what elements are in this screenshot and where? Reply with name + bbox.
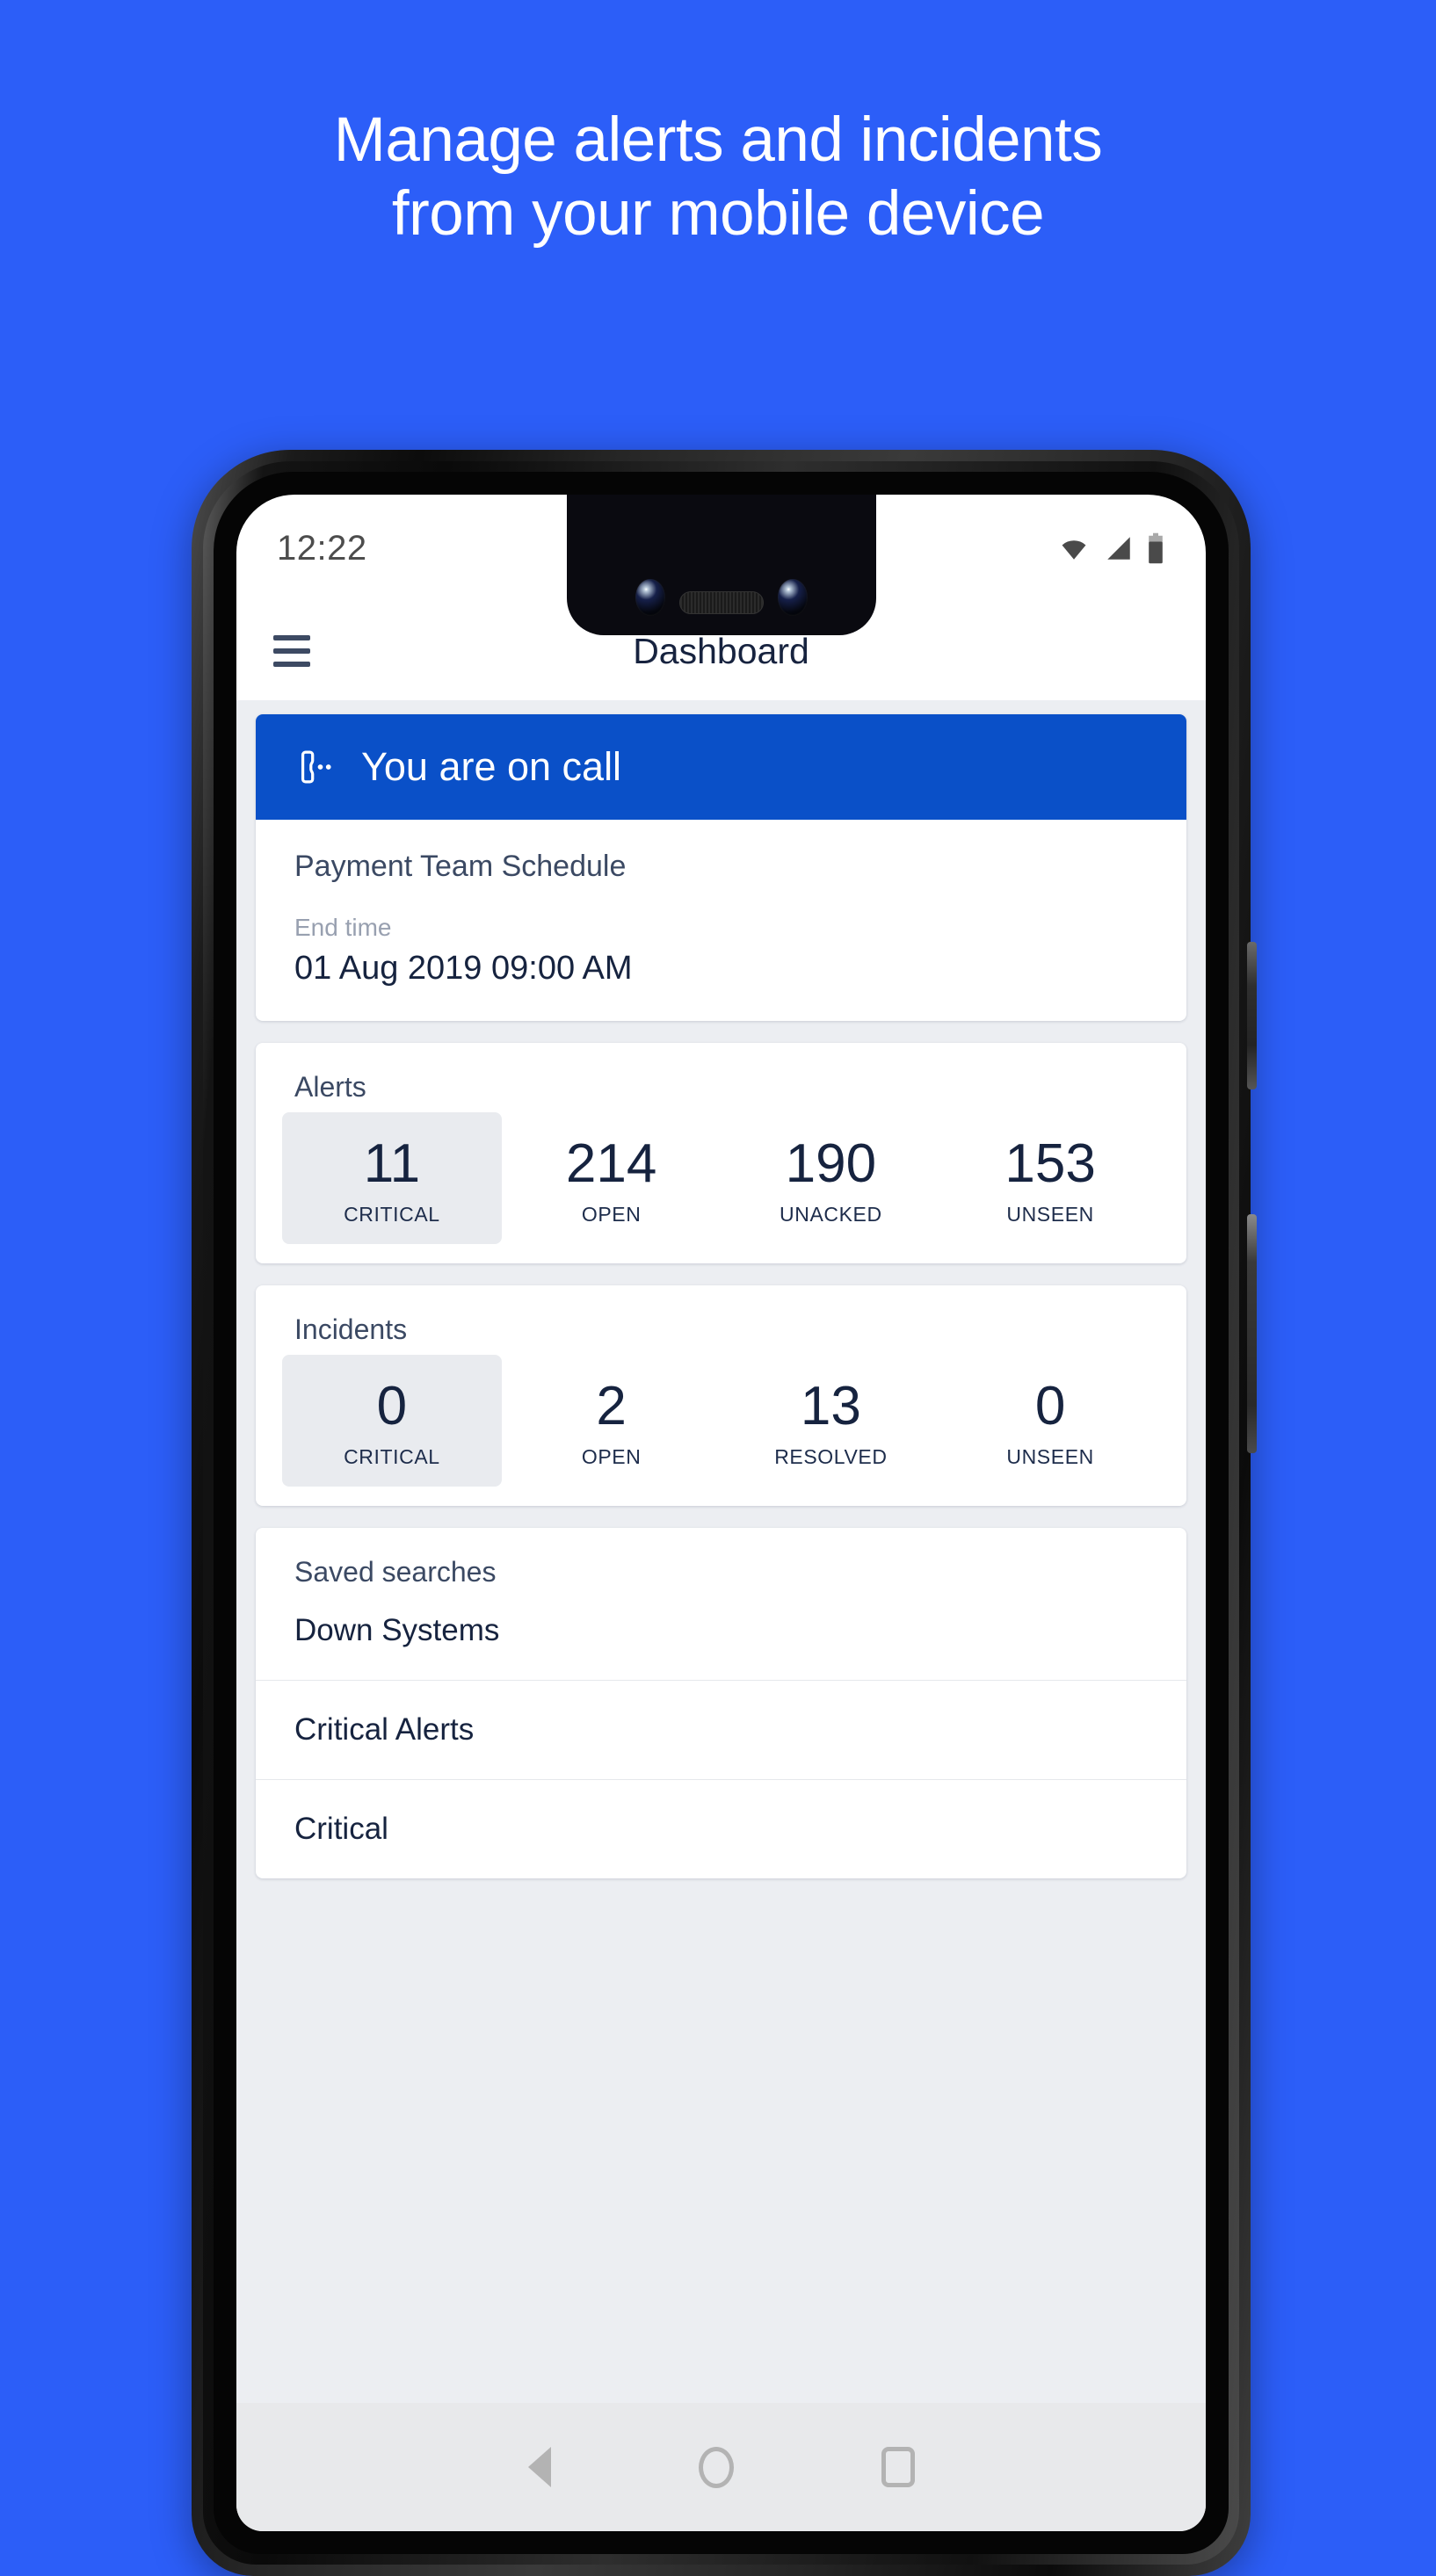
saved-searches-title: Saved searches (294, 1556, 497, 1588)
wifi-icon (1062, 540, 1086, 560)
phone-inner-frame: 12:22 Dashboard You are on call Payment … (203, 461, 1239, 2565)
on-call-banner-text: You are on call (361, 744, 622, 789)
page-title: Dashboard (633, 630, 809, 671)
stat-label: UNACKED (780, 1203, 882, 1226)
stat-label: OPEN (581, 1445, 642, 1469)
stat-value: 190 (785, 1133, 877, 1194)
incidents-card-title: Incidents (294, 1313, 408, 1346)
stat-label: OPEN (581, 1203, 642, 1226)
alerts-stat-critical[interactable]: 11 CRITICAL (282, 1112, 502, 1245)
incidents-card[interactable]: Incidents 0 CRITICAL 2 OPEN 13 RESOLVED … (256, 1285, 1186, 1507)
recents-square-icon[interactable] (881, 2447, 915, 2487)
end-time-value: 01 Aug 2019 09:00 AM (294, 950, 633, 987)
stat-label: RESOLVED (774, 1445, 888, 1469)
alerts-stats-row: 11 CRITICAL 214 OPEN 190 UNACKED 153 UNS… (256, 1103, 1186, 1263)
stat-value: 0 (1034, 1376, 1066, 1437)
status-bar: 12:22 (236, 495, 1206, 602)
power-button[interactable] (1247, 942, 1257, 1089)
promo-headline: Manage alerts and incidents from your mo… (333, 105, 1103, 249)
stat-value: 2 (596, 1376, 627, 1437)
stat-value: 153 (1004, 1133, 1096, 1194)
stat-value: 11 (363, 1133, 421, 1194)
status-bar-clock: 12:22 (277, 528, 367, 568)
end-time-label: End time (294, 914, 392, 941)
alerts-stat-open[interactable]: 214 OPEN (502, 1112, 722, 1244)
phone-in-talk-icon (301, 750, 331, 784)
saved-searches-card[interactable]: Saved searches Down Systems Critical Ale… (256, 1528, 1186, 1879)
stat-value: 13 (800, 1376, 861, 1437)
stat-value: 214 (565, 1133, 657, 1194)
on-call-card[interactable]: You are on call Payment Team Schedule En… (256, 714, 1186, 1021)
back-triangle-icon[interactable] (527, 2447, 551, 2487)
phone-screen: 12:22 Dashboard You are on call Payment … (236, 495, 1206, 2531)
phone-bezel: 12:22 Dashboard You are on call Payment … (214, 472, 1229, 2554)
phone-device-frame: 12:22 Dashboard You are on call Payment … (192, 450, 1257, 2576)
status-bar-icons (1056, 532, 1165, 564)
incidents-stat-critical[interactable]: 0 CRITICAL (282, 1355, 502, 1487)
stat-label: UNSEEN (1006, 1445, 1094, 1469)
stat-label: CRITICAL (344, 1445, 440, 1469)
saved-search-item[interactable]: Critical Alerts (256, 1680, 1186, 1779)
on-call-banner[interactable]: You are on call (256, 714, 1186, 820)
saved-search-item[interactable]: Down Systems (256, 1588, 1186, 1680)
alerts-card-title: Alerts (294, 1071, 366, 1103)
volume-rocker-button[interactable] (1247, 1214, 1257, 1453)
saved-search-item[interactable]: Critical (256, 1779, 1186, 1878)
stat-value: 0 (376, 1376, 408, 1437)
incidents-stat-resolved[interactable]: 13 RESOLVED (722, 1355, 941, 1487)
cellular-signal-icon (1107, 537, 1130, 560)
alerts-stat-unacked[interactable]: 190 UNACKED (722, 1112, 941, 1244)
incidents-stat-unseen[interactable]: 0 UNSEEN (940, 1355, 1160, 1487)
stat-label: CRITICAL (344, 1203, 440, 1226)
alerts-card[interactable]: Alerts 11 CRITICAL 214 OPEN 190 UNACKED … (256, 1043, 1186, 1264)
on-call-schedule-body: Payment Team Schedule End time 01 Aug 20… (256, 820, 1186, 1021)
dashboard-content[interactable]: You are on call Payment Team Schedule En… (236, 700, 1206, 2403)
incidents-stat-open[interactable]: 2 OPEN (502, 1355, 722, 1487)
android-navigation-bar (236, 2403, 1206, 2531)
home-circle-icon[interactable] (698, 2446, 734, 2488)
schedule-name: Payment Team Schedule (294, 850, 627, 883)
battery-icon (1149, 532, 1163, 564)
alerts-stat-unseen[interactable]: 153 UNSEEN (940, 1112, 1160, 1244)
stat-label: UNSEEN (1006, 1203, 1094, 1226)
incidents-stats-row: 0 CRITICAL 2 OPEN 13 RESOLVED 0 UNSEEN (256, 1346, 1186, 1506)
hamburger-menu-icon[interactable] (273, 635, 310, 667)
